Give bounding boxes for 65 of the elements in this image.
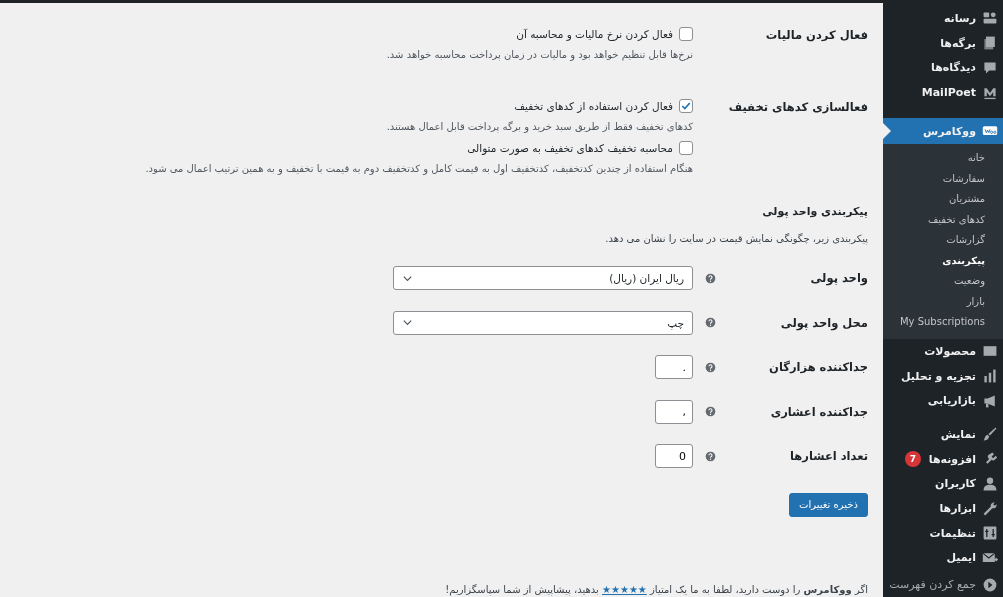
settings-icon — [982, 525, 998, 542]
submenu-item[interactable]: بازار — [883, 291, 1003, 313]
checkbox-label: محاسبه تخفیف کدهای تخفیف به صورت متوالی — [467, 142, 673, 154]
input-field[interactable]: , — [655, 399, 693, 424]
checkbox-label: فعال کردن استفاده از کدهای تخفیف — [514, 100, 673, 112]
setting-description: نرخ‌ها قابل تنظیم خواهد بود و مالیات در زمان پرداخت محاسبه خواهد شد. — [385, 49, 693, 60]
field-label: تعداد اعشارها — [789, 449, 868, 464]
menu-item[interactable]: محصولات — [883, 338, 1003, 364]
pages-icon — [982, 35, 998, 52]
menu-item[interactable]: ووکامرس — [883, 117, 1003, 145]
submenu-item[interactable]: وضعیت — [883, 271, 1003, 292]
submenu-item[interactable]: سفارشات — [883, 168, 1003, 190]
appearance-icon — [982, 426, 998, 443]
setting-label: فعال کردن مالیات — [765, 27, 868, 42]
checkbox[interactable] — [679, 99, 693, 113]
select-field[interactable]: چپ — [393, 310, 693, 335]
menu-item[interactable]: کاربران — [883, 471, 1003, 497]
field-label: جداکننده اعشاری — [770, 404, 868, 419]
section-heading: پیکربندی واحد پولی — [761, 205, 868, 218]
field-label: واحد پولی — [810, 271, 868, 286]
users-icon — [982, 475, 998, 492]
submenu-item[interactable]: My Subscriptions — [883, 312, 1003, 333]
checkbox[interactable] — [679, 27, 693, 41]
menu-item[interactable]: ابزارها — [883, 496, 1003, 521]
rating-link[interactable]: ★★★★★ — [602, 584, 647, 595]
field-label: محل واحد پولی — [780, 315, 868, 330]
menu-item[interactable]: برگه‌ها — [883, 30, 1003, 56]
help-icon[interactable] — [705, 406, 716, 418]
setting-description: کدهای تخفیف فقط از طریق سبد خرید و برگه پرداخت قابل اعمال هستند. — [385, 121, 693, 132]
field-label: جداکننده هزارگان — [769, 360, 868, 375]
help-icon[interactable] — [705, 272, 716, 284]
menu-item[interactable]: رسانه — [883, 6, 1003, 31]
menu-item[interactable]: MailPoet — [883, 80, 1003, 105]
help-icon[interactable] — [705, 450, 716, 462]
help-icon[interactable] — [705, 361, 716, 373]
collapse-menu-button[interactable]: جمع کردن فهرست — [883, 572, 1003, 597]
select-field[interactable]: ریال ایران (ریال) — [393, 266, 693, 291]
menu-item[interactable]: نمایش — [883, 422, 1003, 447]
media-icon — [982, 10, 998, 27]
save-button[interactable]: ذخیره تغییرات — [789, 492, 868, 517]
input-field[interactable]: . — [655, 355, 693, 380]
submenu-item[interactable]: گزارشات — [883, 230, 1003, 251]
input-field[interactable]: 0 — [655, 444, 693, 469]
footer-text: اگر ووکامرس را دوست دارید، لطفا به ما یک امتیاز ★★★★★ بدهید، پیشاپیش از شما سپاسگزاریم! — [444, 584, 868, 595]
menu-item[interactable]: بازاریابی — [883, 388, 1003, 414]
submenu-item[interactable]: پیکربندی — [883, 250, 1003, 272]
menu-item[interactable]: ایمیل — [883, 545, 1003, 571]
checkbox[interactable] — [679, 141, 693, 155]
submenu-item[interactable]: کدهای تخفیف — [883, 209, 1003, 231]
setting-label: فعالسازی کدهای تخفیف — [728, 99, 868, 114]
submenu-item[interactable]: خانه — [883, 148, 1003, 169]
submenu-item[interactable]: مشتریان — [883, 189, 1003, 210]
menu-item[interactable]: تنظیمات — [883, 520, 1003, 546]
play-circle-icon — [982, 576, 998, 593]
checkbox-label: فعال کردن نرخ مالیات و محاسبه آن — [516, 28, 673, 40]
analytics-icon — [982, 368, 998, 385]
count-badge: 7 — [904, 451, 921, 468]
setting-description: هنگام استفاده از چندین کدتخفیف، کدتخفیف اول به قیمت کامل و کدتخفیف دوم به قیمت با تخفیف و به همین ترتیب اعمال می شود. — [144, 163, 693, 174]
menu-item[interactable]: دیدگاه‌ها — [883, 55, 1003, 81]
tools-icon — [982, 500, 998, 517]
help-icon[interactable] — [705, 317, 716, 329]
checkmark-icon — [680, 100, 692, 112]
menu-item[interactable]: تجزیه و تحلیل — [883, 363, 1003, 389]
section-description: پیکربندی زیر، چگونگی نمایش قیمت در سایت را نشان می دهد. — [604, 233, 868, 244]
comments-icon — [982, 59, 998, 76]
